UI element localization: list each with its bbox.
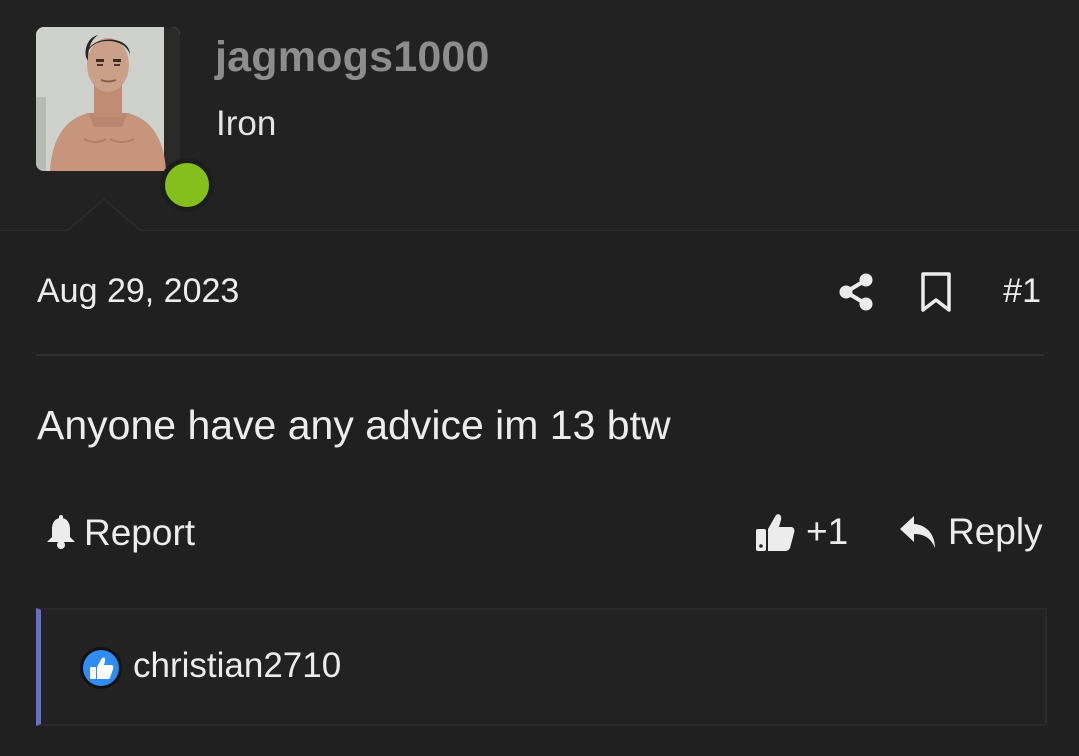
post-date[interactable]: Aug 29, 2023: [37, 272, 239, 311]
thumbs-up-icon: [756, 514, 795, 551]
like-button[interactable]: +1: [754, 508, 848, 556]
username[interactable]: jagmogs1000: [215, 33, 490, 82]
user-header: jagmogs1000 Iron: [0, 0, 1079, 232]
like-reaction-icon: [80, 647, 122, 689]
reply-arrow-icon: [900, 516, 935, 548]
reaction-user-link[interactable]: christian2710: [133, 646, 341, 686]
avatar[interactable]: [36, 27, 180, 171]
report-label: Report: [84, 512, 196, 553]
post-number-link[interactable]: #1: [1003, 272, 1041, 311]
reply-label: Reply: [948, 511, 1043, 552]
share-icon: [839, 273, 873, 311]
like-count: +1: [806, 511, 849, 552]
report-button[interactable]: Report: [44, 510, 195, 556]
avatar-container[interactable]: [36, 27, 214, 212]
online-status-indicator: [160, 158, 214, 212]
reply-button[interactable]: Reply: [898, 508, 1043, 556]
bell-icon: [47, 515, 75, 549]
avatar-pointer-arrow: [66, 198, 142, 232]
post-body-text: Anyone have any advice im 13 btw: [37, 402, 671, 448]
bookmark-button[interactable]: [918, 270, 954, 314]
user-rank-title: Iron: [216, 104, 277, 143]
reactions-bar: christian2710: [36, 608, 1047, 726]
meta-divider: [36, 354, 1044, 356]
bookmark-icon: [921, 272, 951, 312]
share-button[interactable]: [836, 270, 876, 314]
forum-post: jagmogs1000 Iron Aug 29, 2023 #1 Anyone …: [0, 0, 1079, 756]
